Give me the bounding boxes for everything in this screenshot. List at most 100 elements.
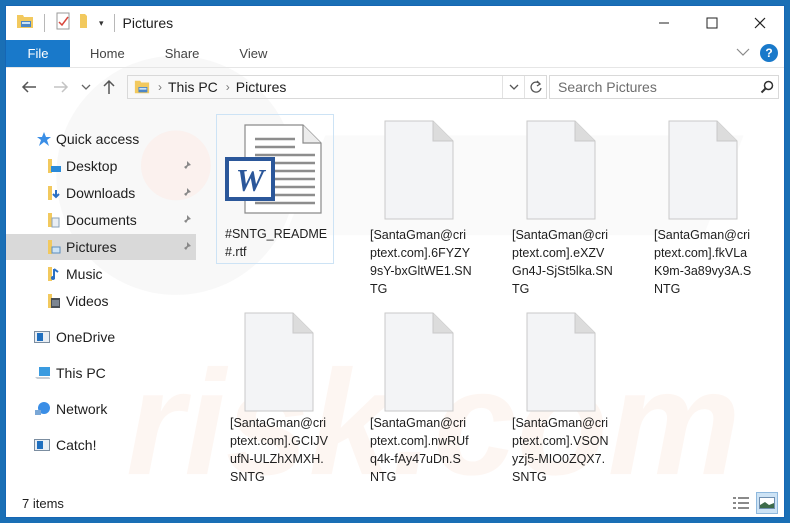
nav-pictures[interactable]: Pictures [6, 234, 196, 260]
file-name: [SantaGman@cri ptext.com].eXZV Gn4J-SjSt… [512, 228, 613, 296]
title-bar: ▾ Pictures [6, 6, 784, 40]
file-item[interactable]: [SantaGman@cri ptext.com].eXZV Gn4J-SjSt… [506, 114, 626, 304]
address-bar[interactable]: › This PC › Pictures [127, 75, 547, 99]
desktop-folder-icon [46, 158, 62, 174]
nav-label: Quick access [56, 131, 140, 147]
file-item[interactable]: [SantaGman@cri ptext.com].VSON yzj5-MIO0… [506, 308, 626, 488]
back-button[interactable] [16, 74, 42, 100]
breadcrumb-chevron: › [158, 80, 162, 94]
tab-file[interactable]: File [6, 40, 70, 67]
file-name: [SantaGman@cri ptext.com].VSON yzj5-MIO0… [512, 416, 609, 484]
forward-button[interactable] [48, 74, 74, 100]
nav-label: Music [66, 266, 103, 282]
svg-text:W: W [236, 162, 267, 198]
nav-quick-access[interactable]: Quick access [6, 126, 196, 152]
nav-label: Pictures [66, 239, 117, 255]
blank-file-icon [384, 120, 454, 220]
maximize-button[interactable] [688, 6, 736, 40]
address-dropdown-button[interactable] [502, 76, 524, 98]
breadcrumb-this-pc[interactable]: This PC [168, 79, 218, 95]
file-item[interactable]: W #SNTG_README #.rtf [216, 114, 334, 264]
new-folder-icon[interactable] [77, 13, 93, 34]
nav-this-pc[interactable]: This PC [6, 360, 196, 386]
help-button[interactable]: ? [760, 44, 778, 62]
file-item[interactable]: [SantaGman@cri ptext.com].nwRUf q4k-fAy4… [364, 308, 484, 488]
separator [113, 14, 115, 32]
nav-label: OneDrive [56, 329, 116, 345]
refresh-button[interactable] [524, 76, 546, 98]
file-name: #SNTG_README #.rtf [225, 227, 328, 259]
music-folder-icon [46, 266, 62, 282]
pictures-folder-icon [46, 239, 62, 255]
close-button[interactable] [736, 6, 784, 40]
downloads-folder-icon [46, 185, 62, 201]
nav-onedrive[interactable]: OneDrive [6, 324, 196, 350]
nav-label: Network [56, 401, 108, 417]
up-button[interactable] [96, 74, 122, 100]
customize-toolbar-icon[interactable]: ▾ [99, 18, 104, 29]
file-item[interactable]: [SantaGman@cri ptext.com].6FYZY 9sY-bxGl… [364, 114, 484, 304]
file-name: [SantaGman@cri ptext.com].GCIJV ufN-ULZh… [230, 416, 328, 484]
file-item[interactable]: [SantaGman@cri ptext.com].GCIJV ufN-ULZh… [222, 308, 342, 488]
search-icon[interactable] [756, 80, 778, 94]
navigation-bar: › This PC › Pictures [6, 72, 784, 102]
large-icons-view-button[interactable] [756, 492, 778, 514]
documents-folder-icon [46, 212, 62, 228]
nav-desktop[interactable]: Desktop [6, 153, 196, 179]
expand-ribbon-icon[interactable] [736, 44, 750, 62]
pin-icon[interactable] [180, 159, 192, 175]
word-document-icon: W [225, 124, 322, 214]
tab-home[interactable]: Home [70, 40, 145, 67]
item-count: 7 items [22, 495, 64, 511]
properties-icon[interactable] [55, 12, 71, 35]
quick-access-toolbar: ▾ [6, 12, 119, 35]
details-view-button[interactable] [730, 492, 752, 514]
nav-label: Catch! [56, 437, 97, 453]
nav-downloads[interactable]: Downloads [6, 180, 196, 206]
blank-file-icon [668, 120, 738, 220]
navigation-pane: Quick access Desktop Downloads Documents… [6, 112, 206, 488]
breadcrumb-chevron: › [225, 80, 230, 94]
videos-folder-icon [46, 293, 62, 309]
nav-network[interactable]: Network [6, 396, 196, 422]
star-icon [36, 131, 52, 147]
nav-label: Documents [66, 212, 137, 228]
nav-label: Desktop [66, 158, 118, 174]
file-name: [SantaGman@cri ptext.com].nwRUf q4k-fAy4… [370, 416, 469, 484]
pin-icon[interactable] [180, 186, 192, 202]
search-box [549, 75, 779, 99]
nav-documents[interactable]: Documents [6, 207, 196, 233]
file-name: [SantaGman@cri ptext.com].6FYZY 9sY-bxGl… [370, 228, 472, 296]
nav-label: Videos [66, 293, 109, 309]
file-name: [SantaGman@cri ptext.com].fkVLa K9m-3a89… [654, 228, 752, 296]
this-pc-icon [34, 365, 50, 381]
tab-view[interactable]: View [219, 40, 287, 67]
file-explorer-window: risk.com ▾ Pictures File Home Share View… [5, 5, 785, 518]
search-input[interactable] [550, 79, 756, 95]
blank-file-icon [384, 312, 454, 412]
breadcrumb-pictures[interactable]: Pictures [236, 79, 287, 95]
tab-share[interactable]: Share [145, 40, 220, 67]
pictures-folder-icon [16, 13, 34, 34]
blank-file-icon [244, 312, 314, 412]
nav-label: This PC [56, 365, 106, 381]
recent-locations-button[interactable] [78, 74, 94, 100]
separator [44, 14, 45, 32]
pictures-location-icon [134, 79, 150, 95]
blank-file-icon [526, 120, 596, 220]
network-icon [34, 401, 50, 417]
minimize-button[interactable] [640, 6, 688, 40]
drive-icon [34, 437, 50, 453]
blank-file-icon [526, 312, 596, 412]
onedrive-icon [34, 329, 50, 345]
nav-catch[interactable]: Catch! [6, 432, 196, 458]
window-title: Pictures [122, 15, 174, 31]
nav-music[interactable]: Music [6, 261, 196, 287]
status-bar: 7 items [6, 489, 784, 517]
ribbon-tabs: File Home Share View ? [6, 40, 784, 68]
file-list: W #SNTG_README #.rtf [SantaGman@cri ptex… [210, 112, 780, 488]
pin-icon[interactable] [180, 240, 192, 256]
file-item[interactable]: [SantaGman@cri ptext.com].fkVLa K9m-3a89… [648, 114, 768, 304]
pin-icon[interactable] [180, 213, 192, 229]
nav-videos[interactable]: Videos [6, 288, 196, 314]
